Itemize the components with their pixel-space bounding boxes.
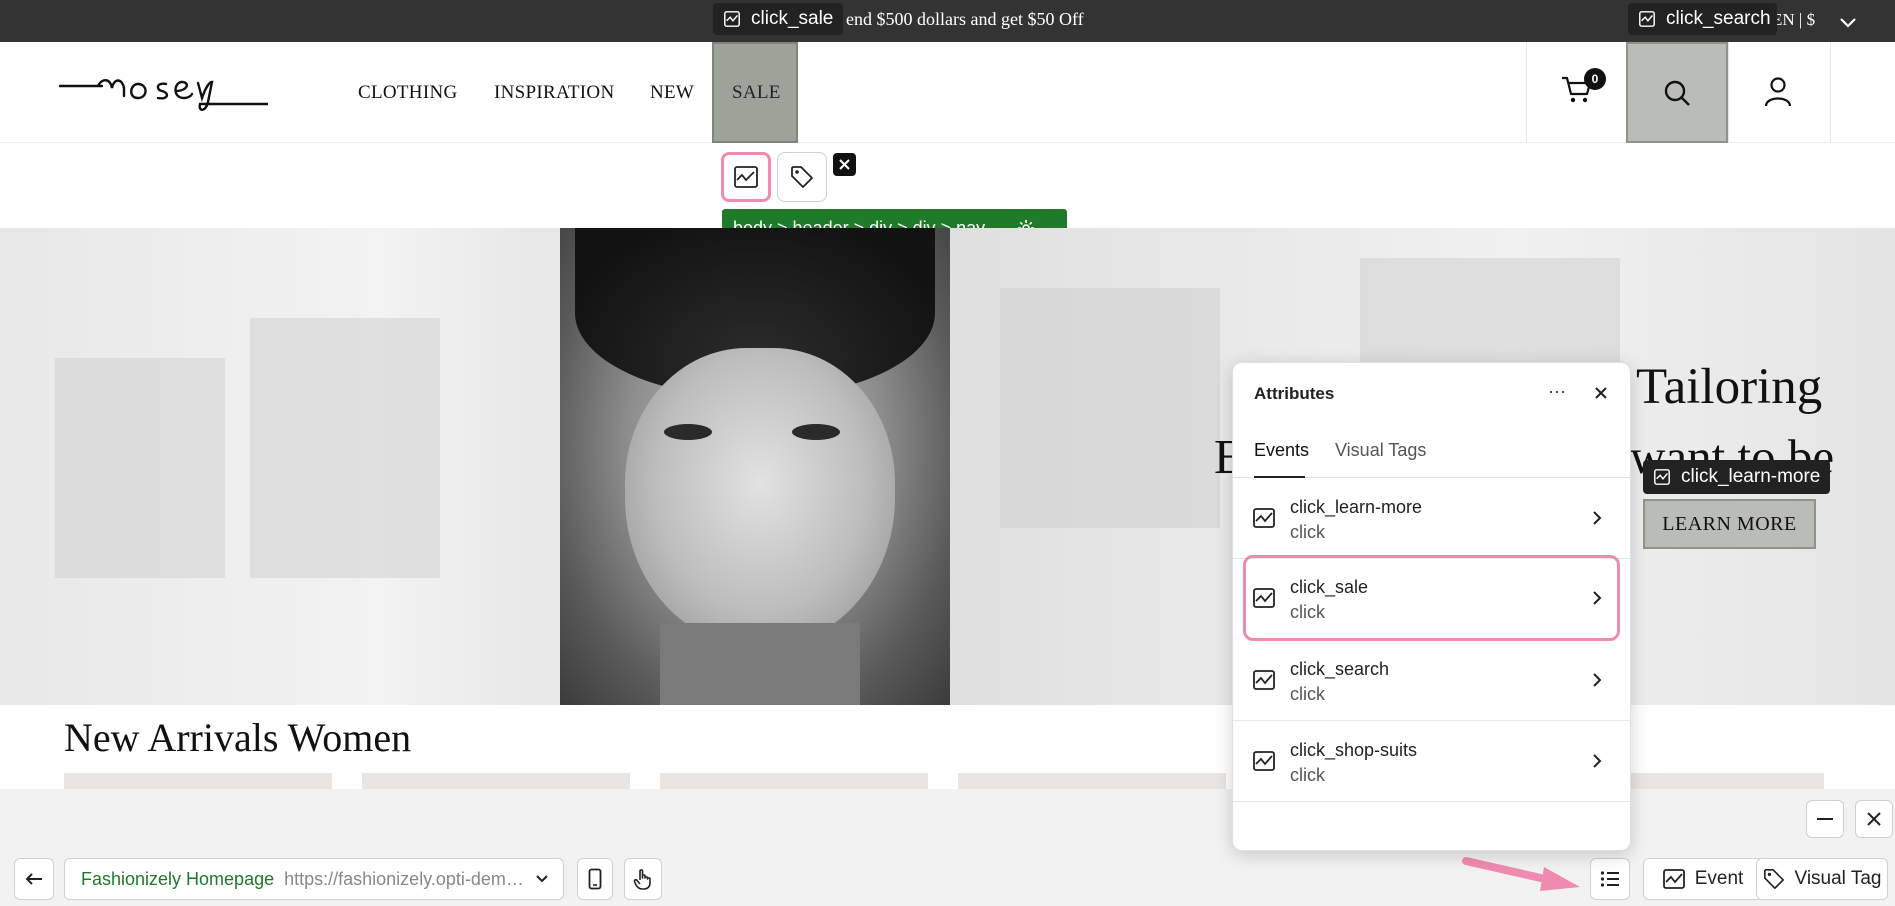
pulse-chart-icon <box>1662 869 1685 889</box>
event-chip-search[interactable]: click_search <box>1628 3 1777 35</box>
close-icon <box>839 159 850 170</box>
close-editor-button[interactable] <box>1855 800 1893 838</box>
add-event-label: Event <box>1694 868 1744 889</box>
cart-count-badge: 0 <box>1584 68 1606 90</box>
panel-title: Attributes <box>1254 384 1335 403</box>
header-divider <box>1728 42 1729 143</box>
product-card[interactable] <box>958 773 1226 789</box>
product-card[interactable] <box>362 773 630 789</box>
interact-mode-button[interactable] <box>624 858 662 900</box>
tag-icon <box>791 166 813 188</box>
search-icon <box>1664 80 1690 106</box>
minimize-icon <box>1817 818 1833 820</box>
hero-title: Tailoring <box>1636 359 1823 415</box>
nav-inspiration[interactable]: INSPIRATION <box>494 42 614 143</box>
list-icon <box>1600 871 1619 887</box>
pulse-chart-icon <box>734 166 758 188</box>
event-chip-label: click_search <box>1666 8 1771 29</box>
pulse-chart-icon <box>1253 751 1275 771</box>
event-type: click <box>1290 602 1325 622</box>
close-icon[interactable] <box>1591 383 1611 403</box>
chevron-down-icon <box>536 875 548 883</box>
event-mode-button[interactable] <box>721 152 771 202</box>
site-header: CLOTHING INSPIRATION NEW SALE <box>0 42 1895 143</box>
pointer-arrow-annotation <box>1462 857 1580 891</box>
visual-tag-mode-button[interactable] <box>777 152 827 202</box>
event-row-sale[interactable]: click_sale click <box>1243 555 1620 641</box>
header-divider <box>1526 42 1527 143</box>
page-selector[interactable]: Fashionizely Homepage https://fashionize… <box>64 858 564 900</box>
announcement-bar: end $500 dollars and get $50 Off EN | $ <box>0 0 1895 42</box>
event-type: click <box>1290 684 1325 704</box>
chevron-right-icon <box>1593 673 1602 687</box>
mosey-logo[interactable] <box>58 68 268 116</box>
event-name: click_shop-suits <box>1290 740 1418 760</box>
event-row-learn-more[interactable]: click_learn-more click <box>1233 478 1630 559</box>
event-row-search[interactable]: click_search click <box>1233 640 1630 721</box>
event-type: click <box>1290 522 1325 542</box>
language-currency[interactable]: EN | $ <box>1772 10 1815 30</box>
header-divider <box>1830 42 1831 143</box>
promo-text: end $500 dollars and get $50 Off <box>846 9 1084 29</box>
close-icon <box>1867 812 1881 826</box>
pulse-chart-icon <box>1654 469 1670 485</box>
close-toolbar-button[interactable] <box>833 153 856 176</box>
back-button[interactable] <box>14 858 54 900</box>
minimize-button[interactable] <box>1806 800 1844 838</box>
event-type: click <box>1290 765 1325 785</box>
attributes-panel: Attributes ··· Events Visual Tags click_… <box>1232 362 1631 851</box>
more-options-icon[interactable]: ··· <box>1548 381 1566 402</box>
chevron-right-icon <box>1593 511 1602 525</box>
event-name: click_search <box>1290 659 1390 679</box>
page-name: Fashionizely Homepage <box>81 868 275 889</box>
product-card[interactable] <box>64 773 332 789</box>
add-event-button[interactable]: Event <box>1643 858 1763 900</box>
pulse-chart-icon <box>724 11 740 27</box>
event-chip-label: click_sale <box>751 8 834 29</box>
attributes-list-button[interactable] <box>1590 858 1630 900</box>
page-url: https://fashionizely.opti-demo... <box>284 868 525 889</box>
hand-pointer-icon <box>633 869 651 890</box>
chevron-right-icon <box>1593 754 1602 768</box>
learn-more-button[interactable]: LEARN MORE <box>1643 499 1816 549</box>
event-name: click_sale <box>1290 577 1369 597</box>
chevron-right-icon <box>1593 591 1602 605</box>
nav-clothing[interactable]: CLOTHING <box>358 42 458 143</box>
product-card[interactable] <box>660 773 928 789</box>
tag-icon <box>1763 869 1784 889</box>
event-chip-sale[interactable]: click_sale <box>713 3 844 35</box>
pulse-chart-icon <box>1253 670 1275 690</box>
device-preview-button[interactable] <box>577 858 613 900</box>
pulse-chart-icon <box>1253 588 1275 608</box>
nav-new[interactable]: NEW <box>650 42 694 143</box>
tab-events[interactable]: Events <box>1254 440 1309 461</box>
add-visual-tag-label: Visual Tag <box>1794 868 1882 889</box>
user-icon[interactable] <box>1763 76 1793 108</box>
arrow-left-icon <box>25 873 42 885</box>
event-chip-label: click_learn-more <box>1681 466 1821 487</box>
event-row-shop-suits[interactable]: click_shop-suits click <box>1233 721 1630 802</box>
mobile-device-icon <box>588 868 602 890</box>
add-visual-tag-button[interactable]: Visual Tag <box>1756 858 1888 900</box>
nav-sale[interactable]: SALE <box>712 42 798 143</box>
event-name: click_learn-more <box>1290 497 1423 517</box>
event-chip-learn-more[interactable]: click_learn-more <box>1643 460 1831 494</box>
search-button[interactable] <box>1626 42 1728 143</box>
pulse-chart-icon <box>1639 11 1655 27</box>
tab-visual-tags[interactable]: Visual Tags <box>1335 440 1426 461</box>
pulse-chart-icon <box>1253 508 1275 528</box>
section-title: New Arrivals Women <box>64 715 412 760</box>
chevron-down-icon[interactable] <box>1838 12 1858 32</box>
